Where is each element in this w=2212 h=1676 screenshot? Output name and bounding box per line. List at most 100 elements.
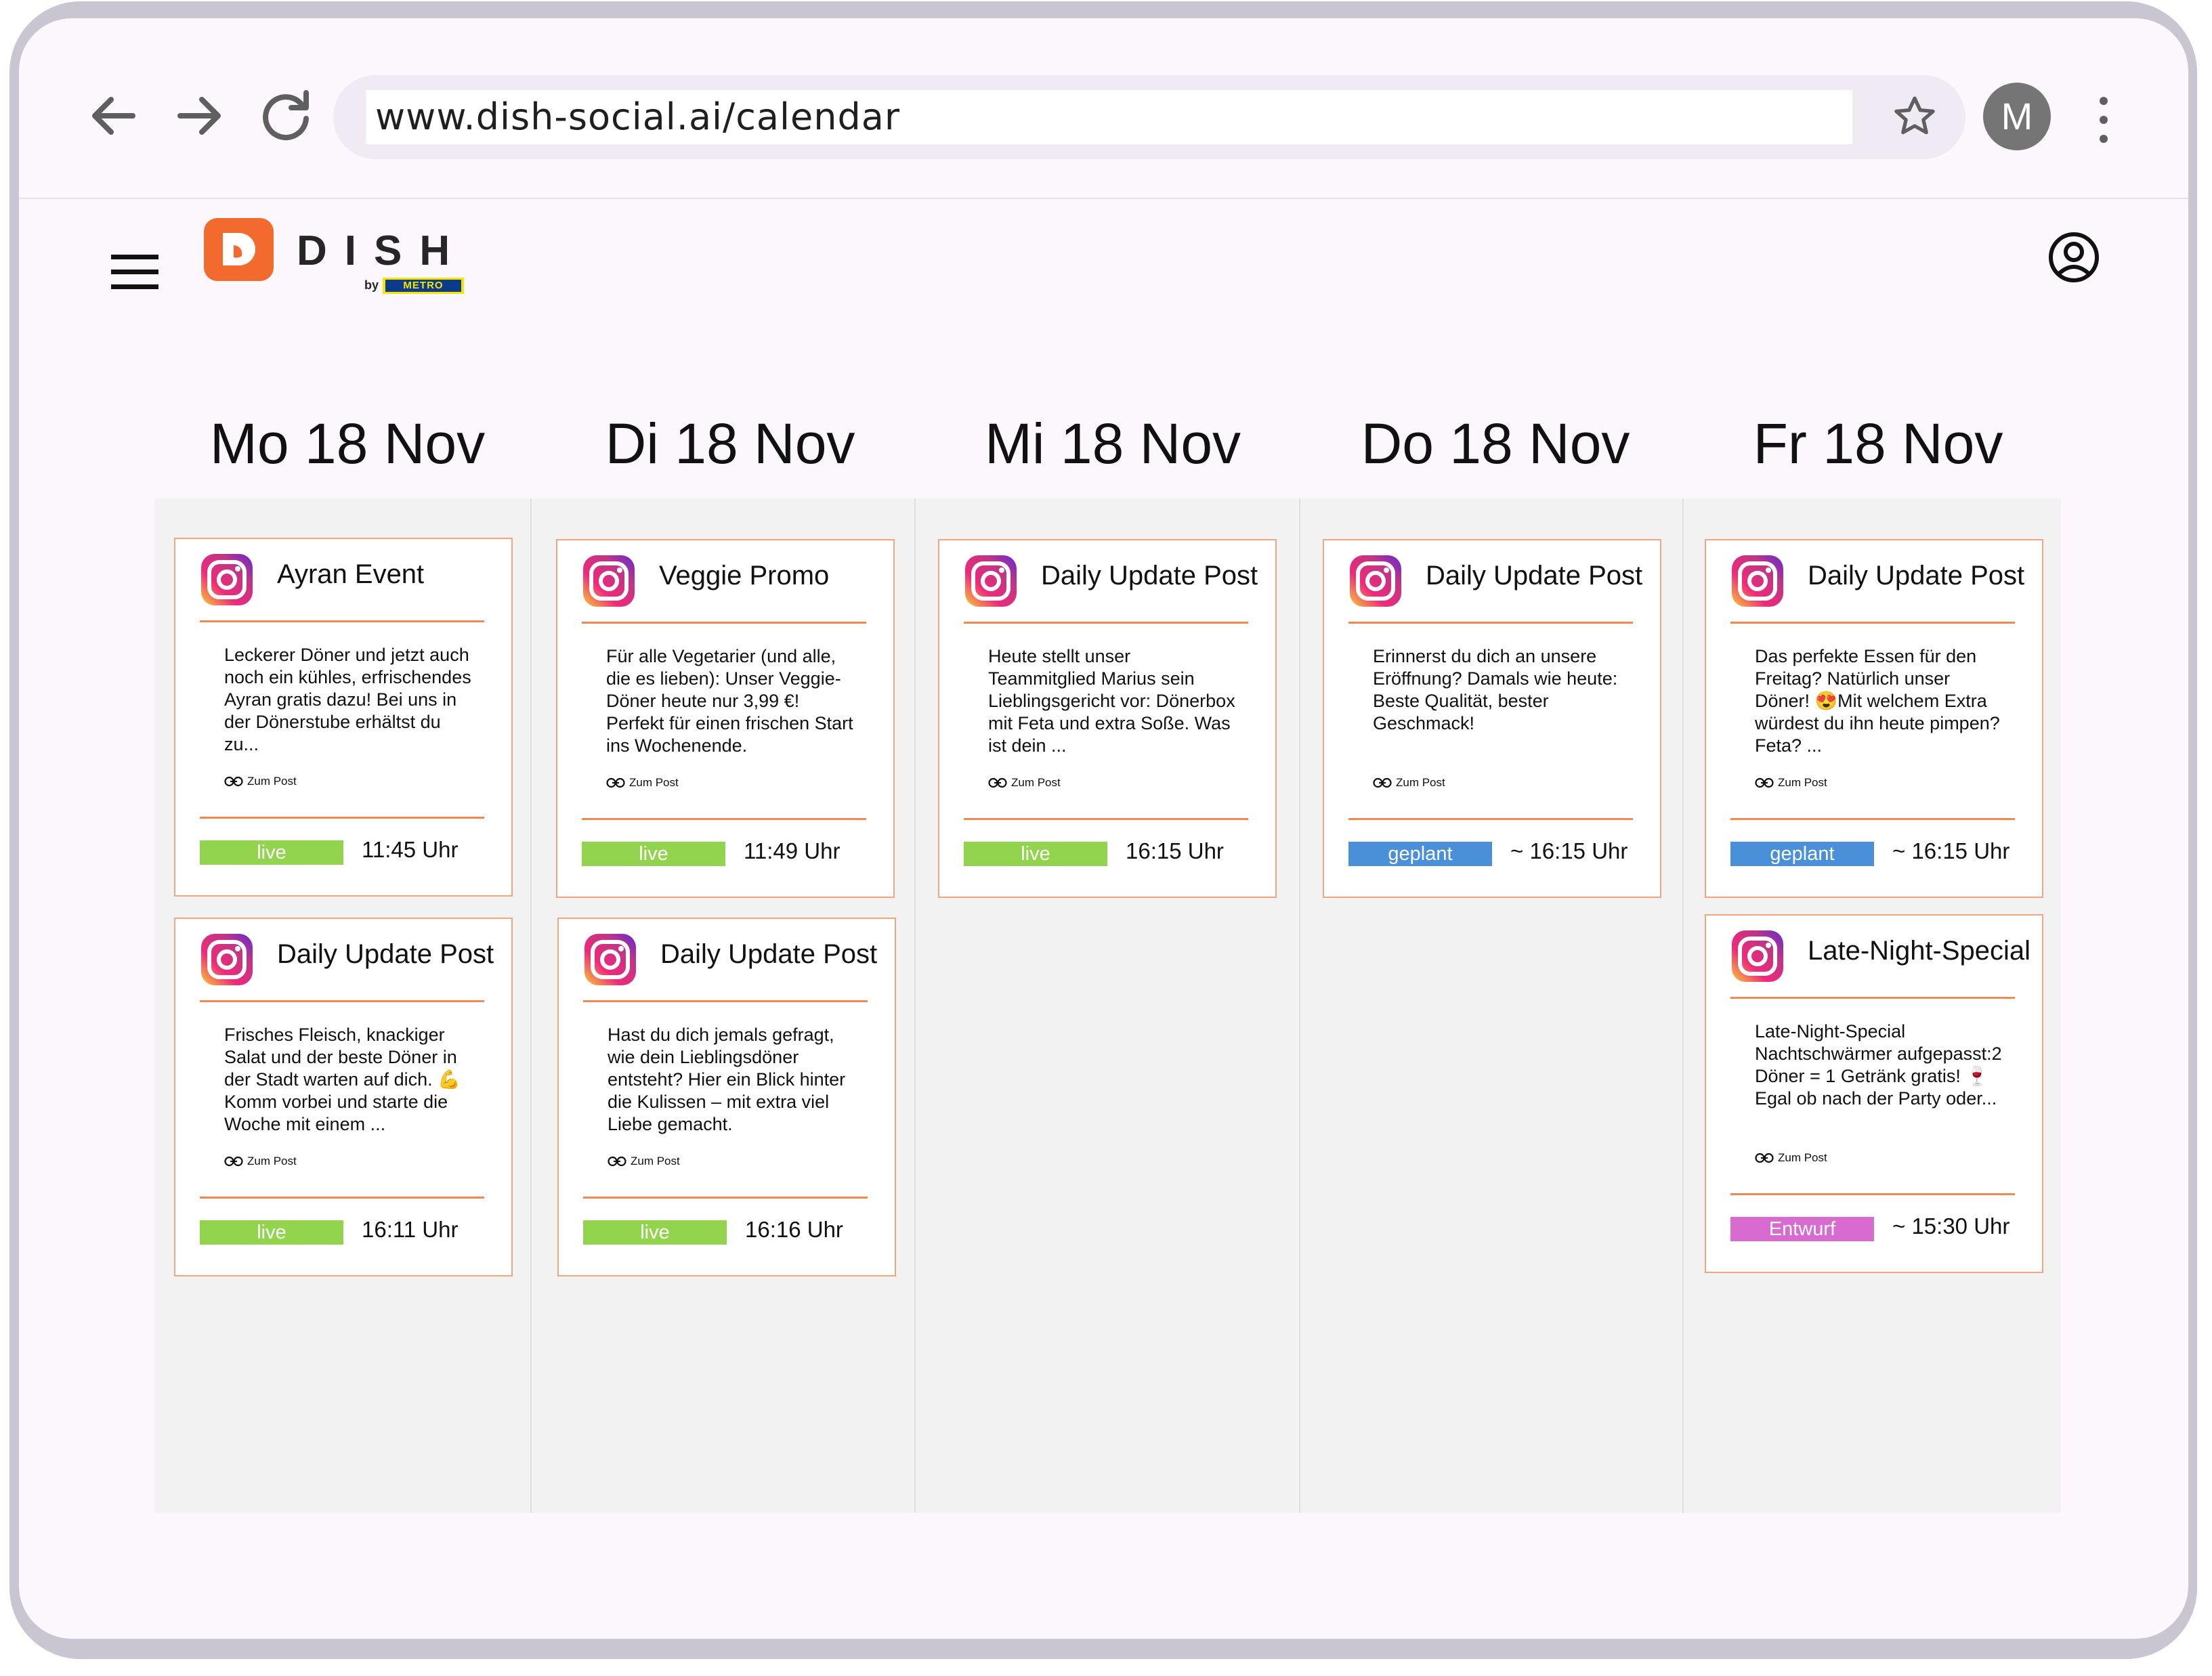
metro-logo-text: METRO [385, 280, 461, 292]
post-time: 16:11 Uhr [362, 1217, 459, 1242]
card-divider [582, 818, 866, 820]
status-badge: live [583, 1220, 727, 1245]
reload-icon [263, 90, 309, 141]
post-link-label[interactable]: Zum Post [629, 776, 679, 789]
card-divider [1730, 997, 2015, 999]
instagram-icon [200, 932, 254, 987]
logo-by-text: by [364, 278, 379, 292]
status-badge: live [964, 842, 1107, 866]
link-icon [606, 776, 629, 789]
post-time: ~ 16:15 Uhr [1510, 838, 1628, 863]
link-icon [608, 1155, 631, 1167]
post-link-label[interactable]: Zum Post [1778, 776, 1827, 789]
post-card[interactable]: Daily Update Post Frisches Fleisch, knack… [174, 918, 513, 1276]
reload-button[interactable] [252, 82, 320, 150]
post-card[interactable]: Daily Update Post Heute stellt unser Team… [938, 539, 1277, 898]
post-card[interactable]: Daily Update Post Erinnerst du dich an un… [1323, 539, 1661, 898]
post-text: Heute stellt unser Teammitglied Marius s… [988, 646, 1235, 756]
day-header-do: Do 18 Nov [1361, 412, 1630, 475]
instagram-icon [1348, 554, 1403, 608]
card-divider [1348, 622, 1633, 624]
post-link-label[interactable]: Zum Post [631, 1155, 680, 1167]
post-text: Frisches Fleisch, knackiger Salat und de… [224, 1025, 461, 1134]
post-link[interactable]: Zum Post [606, 776, 679, 790]
instagram-icon [582, 554, 636, 608]
instagram-icon [964, 554, 1018, 608]
card-divider [1730, 1193, 2015, 1195]
card-divider [582, 622, 866, 624]
post-time: 11:49 Uhr [744, 838, 841, 863]
post-title: Late-Night-Special [1808, 936, 2031, 966]
post-title: Daily Update Post [1426, 561, 1643, 590]
post-link[interactable]: Zum Post [1373, 776, 1445, 790]
post-link-label[interactable]: Zum Post [1396, 776, 1445, 789]
post-text: Erinnerst du dich an unsere Eröffnung? D… [1373, 646, 1618, 733]
post-title: Daily Update Post [1041, 561, 1258, 590]
post-card[interactable]: Daily Update Post Das perfekte Essen für … [1705, 539, 2043, 898]
arrow-right-icon [177, 97, 221, 135]
post-title: Daily Update Post [660, 939, 878, 969]
card-divider [1730, 622, 2015, 624]
instagram-icon [200, 553, 254, 607]
post-title: Daily Update Post [277, 939, 494, 969]
link-icon [224, 1155, 247, 1167]
post-link[interactable]: Zum Post [224, 775, 297, 788]
browser-profile-avatar[interactable]: M [1983, 83, 2051, 150]
post-link-label[interactable]: Zum Post [1011, 776, 1061, 789]
post-time: 11:45 Uhr [362, 837, 459, 862]
post-card[interactable]: Daily Update Post Hast du dich jemals gef… [557, 918, 896, 1276]
post-link[interactable]: Zum Post [224, 1155, 297, 1168]
instagram-icon [1730, 554, 1785, 608]
bookmark-star-icon[interactable] [1891, 93, 1938, 140]
status-badge: geplant [1730, 842, 1874, 866]
post-card[interactable]: Veggie Promo Für alle Vegetarier (und all… [556, 539, 895, 898]
post-text: Late-Night-Special Nachtschwärmer aufgep… [1755, 1021, 2002, 1109]
url-text[interactable]: www.dish-social.ai/calendar [375, 90, 900, 144]
post-card[interactable]: Ayran Event Leckerer Döner und jetzt auch… [174, 538, 513, 897]
post-link[interactable]: Zum Post [988, 776, 1061, 790]
column-divider [530, 498, 532, 1513]
card-divider [964, 622, 1248, 624]
address-bar[interactable]: www.dish-social.ai/calendar [333, 75, 1965, 159]
chrome-divider [19, 198, 2188, 199]
status-badge: geplant [1348, 842, 1492, 866]
url-field[interactable]: www.dish-social.ai/calendar [366, 90, 1852, 144]
post-text: Leckerer Döner und jetzt auch noch ein k… [224, 645, 471, 754]
card-divider [1348, 818, 1633, 820]
menu-icon[interactable] [111, 252, 158, 293]
post-time: ~ 15:30 Uhr [1892, 1213, 2010, 1239]
card-divider [964, 818, 1248, 820]
forward-button[interactable] [165, 82, 233, 150]
post-link-label[interactable]: Zum Post [1778, 1151, 1827, 1164]
card-divider [200, 620, 484, 622]
post-link[interactable]: Zum Post [1755, 776, 1827, 790]
status-badge: live [200, 840, 343, 865]
day-header-mo: Mo 18 Nov [209, 412, 486, 475]
post-link[interactable]: Zum Post [608, 1155, 680, 1168]
link-icon [1755, 776, 1778, 789]
column-divider [1299, 498, 1300, 1513]
status-badge: live [582, 842, 725, 866]
more-options-icon[interactable] [2090, 93, 2117, 147]
card-divider [200, 1000, 484, 1002]
account-circle-icon[interactable] [2047, 230, 2101, 284]
day-header-fr: Fr 18 Nov [1753, 412, 2003, 475]
post-link-label[interactable]: Zum Post [247, 775, 297, 788]
arrow-left-icon [92, 97, 135, 135]
dish-logo-text: DISH [297, 228, 468, 274]
post-text: Hast du dich jemals gefragt, wie dein Li… [608, 1025, 846, 1134]
post-time: 16:16 Uhr [745, 1217, 843, 1242]
metro-logo: METRO [383, 278, 464, 294]
card-divider [1730, 818, 2015, 820]
status-badge: Entwurf [1730, 1217, 1874, 1241]
day-header-mi: Mi 18 Nov [984, 412, 1241, 475]
back-button[interactable] [80, 82, 148, 150]
post-text: Für alle Vegetarier (und alle, die es li… [606, 646, 853, 756]
card-divider [583, 1197, 868, 1199]
post-link-label[interactable]: Zum Post [247, 1155, 297, 1167]
post-card[interactable]: Late-Night-Special Late-Night-Special Nac… [1705, 914, 2043, 1273]
post-link[interactable]: Zum Post [1755, 1151, 1827, 1165]
card-divider [200, 1197, 484, 1199]
instagram-icon [583, 932, 637, 987]
link-icon [224, 775, 247, 788]
